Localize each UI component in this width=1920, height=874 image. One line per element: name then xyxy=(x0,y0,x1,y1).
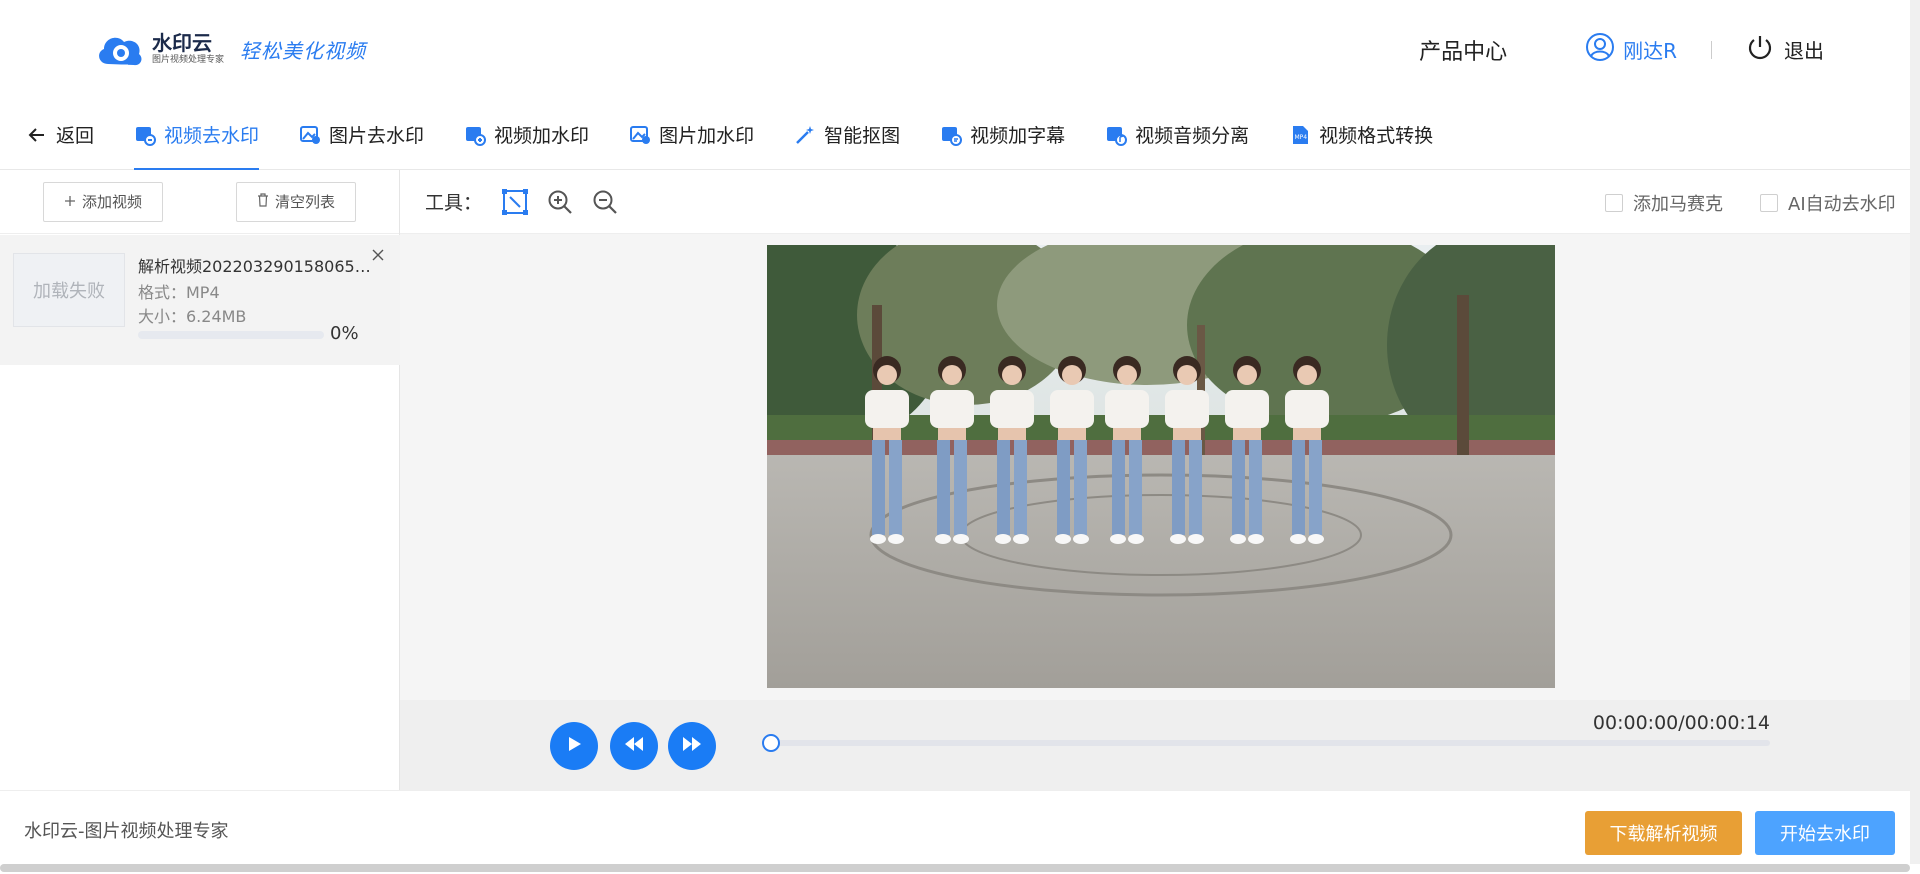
file-list-panel: 添加视频 清空列表 加载失败 解析视频20220329015806523... … xyxy=(0,170,400,790)
user-menu[interactable]: 刚达R xyxy=(1585,32,1677,67)
tab-audio-split[interactable]: 视频音频分离 xyxy=(1105,100,1249,170)
video-preview[interactable] xyxy=(767,245,1555,688)
audio-split-icon xyxy=(1105,124,1128,146)
logo-name: 水印云 xyxy=(152,31,212,55)
logout-label: 退出 xyxy=(1784,39,1824,63)
image-add-icon xyxy=(629,124,651,146)
file-progress-text: 0% xyxy=(330,323,359,344)
playback-knob[interactable] xyxy=(762,734,780,752)
logo-slogan: 轻松美化视频 xyxy=(240,38,367,63)
cloud-logo-icon xyxy=(94,28,146,70)
playback-track[interactable] xyxy=(770,740,1770,746)
video-add-icon xyxy=(464,124,487,146)
app-root: 水印云 图片视频处理专家 轻松美化视频 产品中心 刚达R 退出 返回 视频去水印… xyxy=(0,0,1920,874)
logo[interactable]: 水印云 图片视频处理专家 轻松美化视频 xyxy=(94,28,366,70)
power-icon xyxy=(1746,33,1774,66)
image-remove-icon xyxy=(299,124,321,146)
plus-icon xyxy=(64,193,76,211)
arrow-left-icon xyxy=(26,124,48,146)
tab-video-remove-label: 视频去水印 xyxy=(164,125,260,147)
horizontal-scrollbar[interactable] xyxy=(0,864,1910,872)
tab-audio-split-label: 视频音频分离 xyxy=(1135,125,1250,147)
clear-list-button[interactable]: 清空列表 xyxy=(235,181,356,222)
tab-video-add-watermark[interactable]: 视频加水印 xyxy=(464,100,589,170)
video-subtitle-icon xyxy=(940,124,963,146)
clear-list-label: 清空列表 xyxy=(274,193,335,211)
tab-video-add-label: 视频加水印 xyxy=(494,125,590,147)
remove-file-close-icon[interactable] xyxy=(368,245,388,265)
play-icon xyxy=(565,735,583,757)
select-region-icon[interactable] xyxy=(500,187,530,217)
file-name: 解析视频20220329015806523... xyxy=(138,257,378,276)
file-list-item[interactable]: 加载失败 解析视频20220329015806523... 格式：MP4 大小：… xyxy=(0,235,400,365)
play-button[interactable] xyxy=(550,722,598,770)
zoom-out-icon[interactable] xyxy=(590,187,620,217)
download-parsed-video-button[interactable]: 下载解析视频 xyxy=(1585,811,1742,855)
add-mosaic-option[interactable]: 添加马赛克 xyxy=(1605,190,1723,216)
fast-forward-icon xyxy=(681,735,703,757)
thumbnail-status: 加载失败 xyxy=(33,281,105,302)
file-progress-bar xyxy=(138,331,324,339)
video-remove-icon xyxy=(134,124,157,146)
header-divider xyxy=(1711,40,1712,59)
tab-image-remove-watermark[interactable]: 图片去水印 xyxy=(299,100,424,170)
file-format: 格式：MP4 xyxy=(138,283,220,302)
tab-image-add-label: 图片加水印 xyxy=(659,125,755,147)
tab-video-subtitle[interactable]: 视频加字幕 xyxy=(940,100,1065,170)
editor-toolbar: 工具： 添加马赛克 AI自动去水印 xyxy=(400,170,1920,234)
file-list-actions: 添加视频 清空列表 xyxy=(0,170,399,234)
top-header: 水印云 图片视频处理专家 轻松美化视频 产品中心 刚达R 退出 xyxy=(0,0,1920,100)
tab-video-remove-watermark[interactable]: 视频去水印 xyxy=(134,100,260,170)
trash-icon xyxy=(257,192,269,211)
start-remove-watermark-button[interactable]: 开始去水印 xyxy=(1755,811,1895,855)
username: 刚达R xyxy=(1623,39,1677,63)
rewind-icon xyxy=(623,735,645,757)
add-video-label: 添加视频 xyxy=(82,193,143,211)
ai-auto-remove-checkbox[interactable] xyxy=(1760,194,1778,212)
vertical-scrollbar[interactable] xyxy=(1910,0,1920,864)
zoom-in-icon[interactable] xyxy=(545,187,575,217)
footer-brand: 水印云-图片视频处理专家 xyxy=(24,821,229,842)
tab-image-add-watermark[interactable]: 图片加水印 xyxy=(629,100,754,170)
user-avatar-icon xyxy=(1585,32,1615,67)
mp4-convert-icon: MP4 xyxy=(1289,124,1311,146)
rewind-button[interactable] xyxy=(610,722,658,770)
svg-text:MP4: MP4 xyxy=(1295,134,1308,141)
add-mosaic-label: 添加马赛克 xyxy=(1633,194,1723,215)
tab-back[interactable]: 返回 xyxy=(26,100,94,170)
file-size: 大小：6.24MB xyxy=(138,307,247,326)
toolbar-label: 工具： xyxy=(425,192,483,214)
fast-forward-button[interactable] xyxy=(668,722,716,770)
ai-auto-remove-label: AI自动去水印 xyxy=(1788,194,1896,215)
logo-sub: 图片视频处理专家 xyxy=(152,55,225,65)
ai-auto-remove-option[interactable]: AI自动去水印 xyxy=(1760,190,1896,216)
logout-button[interactable]: 退出 xyxy=(1746,33,1824,66)
logo-text: 水印云 图片视频处理专家 xyxy=(152,32,224,66)
tab-smart-cutout[interactable]: 智能抠图 xyxy=(794,100,900,170)
add-mosaic-checkbox[interactable] xyxy=(1605,194,1623,212)
tab-smart-cutout-label: 智能抠图 xyxy=(824,125,901,147)
feature-tabs: 返回 视频去水印 图片去水印 视频加水印 图片加水印 智能抠图 视频加字幕 视频… xyxy=(0,100,1920,170)
tab-format-convert[interactable]: MP4 视频格式转换 xyxy=(1289,100,1433,170)
tab-back-label: 返回 xyxy=(56,125,95,147)
playback-time: 00:00:00/00:00:14 xyxy=(1592,712,1770,734)
header-right: 产品中心 刚达R 退出 xyxy=(1419,32,1824,67)
footer-bar: 水印云-图片视频处理专家 下载解析视频 开始去水印 xyxy=(0,790,1920,864)
tab-video-subtitle-label: 视频加字幕 xyxy=(970,125,1066,147)
tab-image-remove-label: 图片去水印 xyxy=(329,125,425,147)
magic-wand-icon xyxy=(794,124,816,146)
editor-area: 工具： 添加马赛克 AI自动去水印 00:00:00/00:00:14 xyxy=(400,170,1920,790)
player-controls: 00:00:00/00:00:14 xyxy=(400,700,1920,790)
product-center-link[interactable]: 产品中心 xyxy=(1419,34,1507,66)
tab-format-convert-label: 视频格式转换 xyxy=(1319,125,1434,147)
add-video-button[interactable]: 添加视频 xyxy=(43,181,164,222)
file-thumbnail: 加载失败 xyxy=(13,253,125,327)
